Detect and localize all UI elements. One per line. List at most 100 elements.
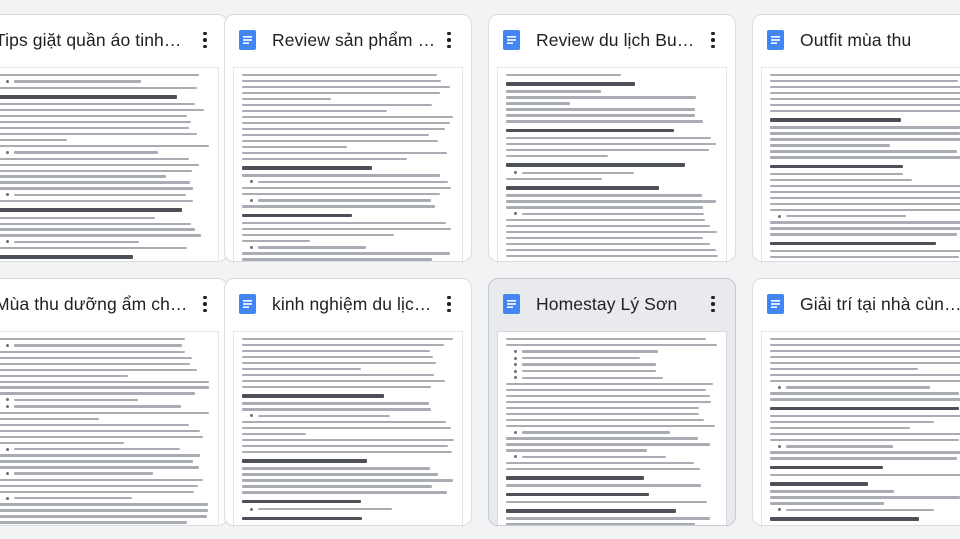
thumbnail-text-line <box>0 163 199 166</box>
thumbnail-text-line <box>0 411 210 415</box>
thumbnail-text-line <box>506 114 696 117</box>
document-thumbnail <box>0 331 219 525</box>
thumbnail-text-line <box>0 222 191 225</box>
document-title: Review du lịch Buôn … <box>536 29 701 50</box>
thumbnail-text-line <box>506 74 622 77</box>
thumbnail-text-line <box>770 202 960 206</box>
thumbnail-text-line <box>0 356 192 359</box>
thumbnail-text-line <box>0 103 195 106</box>
thumbnail-text-line <box>0 138 67 142</box>
thumbnail-text-line <box>242 133 430 137</box>
thumbnail-text-line <box>770 103 960 107</box>
thumbnail-text-line <box>506 406 699 410</box>
thumbnail-text-line <box>506 443 711 446</box>
thumbnail-text-line <box>770 420 935 424</box>
thumbnail-text-line <box>506 492 649 497</box>
thumbnail-text-line <box>506 154 608 158</box>
thumbnail-text-line <box>770 349 960 353</box>
thumbnail-text-line <box>770 221 960 224</box>
thumbnail-text-line <box>242 145 348 149</box>
card-header: Review du lịch Buôn … <box>489 15 735 65</box>
thumbnail-text-line <box>242 109 387 113</box>
thumbnail-text-line <box>770 373 960 377</box>
thumbnail-text-line <box>506 369 718 373</box>
more-vert-icon[interactable] <box>437 26 461 54</box>
thumbnail-text-line <box>0 157 190 160</box>
thumbnail-text-line <box>770 126 960 129</box>
document-thumbnail <box>233 67 463 261</box>
thumbnail-text-line <box>0 386 209 389</box>
thumbnail-text-line <box>0 338 186 341</box>
doc-icon <box>239 30 256 50</box>
thumbnail-text-line <box>506 343 717 347</box>
thumbnail-text-line <box>242 213 353 218</box>
thumbnail-text-line <box>0 144 210 148</box>
thumbnail-text-line <box>506 388 706 392</box>
thumbnail-text-line <box>242 373 435 377</box>
thumbnail-text-line <box>506 349 718 353</box>
more-vert-icon[interactable] <box>437 290 461 318</box>
thumbnail-text-line <box>0 247 187 250</box>
thumbnail-text-line <box>770 473 960 477</box>
more-vert-icon[interactable] <box>193 26 217 54</box>
thumbnail-text-line <box>770 355 960 359</box>
thumbnail-text-line <box>242 139 438 143</box>
thumbnail-text-line <box>770 496 960 499</box>
thumbnail-text-line <box>506 82 636 86</box>
document-thumbnail <box>233 331 463 525</box>
thumbnail-text-line <box>0 362 191 365</box>
thumbnail-text-line <box>242 186 451 190</box>
doc-icon <box>767 294 784 314</box>
thumbnail-text-line <box>770 91 960 95</box>
thumbnail-text-line <box>0 380 209 383</box>
thumbnail-text-line <box>0 94 178 99</box>
card-header: Mùa thu dưỡng ẩm ch… <box>0 279 227 329</box>
document-thumbnail <box>761 331 960 525</box>
document-card[interactable]: kinh nghiệm du lịch H… <box>224 278 472 526</box>
thumbnail-text-line <box>506 523 695 525</box>
document-title: Outfit mùa thu <box>800 29 912 50</box>
thumbnail-text-line <box>506 461 695 465</box>
document-card[interactable]: Tips giặt quần áo tinh… <box>0 14 228 262</box>
thumbnail-text-line <box>770 150 958 153</box>
thumbnail-text-line <box>0 109 205 112</box>
document-title: Review sản phẩm nướ… <box>272 29 437 50</box>
thumbnail-text-line <box>506 163 686 167</box>
document-card[interactable]: Outfit mùa thu <box>752 14 960 262</box>
more-vert-icon[interactable] <box>701 26 725 54</box>
document-card[interactable]: Giải trí tại nhà cùng v… <box>752 278 960 526</box>
thumbnail-text-line <box>770 144 890 147</box>
thumbnail-text-line <box>0 435 203 438</box>
thumbnail-text-line <box>506 96 697 99</box>
thumbnail-text-line <box>506 136 712 140</box>
thumbnail-text-line <box>770 190 960 194</box>
thumbnail-text-line <box>0 187 193 190</box>
thumbnail-text-line <box>770 398 960 401</box>
document-card[interactable]: Review du lịch Buôn … <box>488 14 736 262</box>
thumbnail-text-line <box>242 507 454 511</box>
thumbnail-text-line <box>242 233 394 237</box>
document-card[interactable]: Homestay Lý Sơn <box>488 278 736 526</box>
thumbnail-text-line <box>770 392 959 395</box>
thumbnail-text-line <box>506 108 695 111</box>
thumbnail-text-line <box>242 91 440 95</box>
thumbnail-text-line <box>770 482 868 486</box>
thumbnail-text-line <box>506 449 647 452</box>
thumbnail-text-line <box>506 148 709 152</box>
thumbnail-text-line <box>770 132 960 135</box>
thumbnail-text-line <box>0 374 129 377</box>
more-vert-icon[interactable] <box>193 290 217 318</box>
thumbnail-text-line <box>770 338 960 341</box>
document-card[interactable]: Mùa thu dưỡng ẩm ch… <box>0 278 228 526</box>
thumbnail-text-line <box>770 208 960 212</box>
thumbnail-text-line <box>242 74 437 77</box>
thumbnail-text-line <box>0 228 195 231</box>
thumbnail-text-line <box>0 417 99 421</box>
thumbnail-text-line <box>242 367 361 371</box>
thumbnail-text-line <box>242 343 445 347</box>
document-card[interactable]: Review sản phẩm nướ… <box>224 14 472 262</box>
thumbnail-text-line <box>0 200 194 203</box>
more-vert-icon[interactable] <box>701 290 725 318</box>
thumbnail-text-line <box>770 249 960 253</box>
thumbnail-text-line <box>242 479 453 482</box>
